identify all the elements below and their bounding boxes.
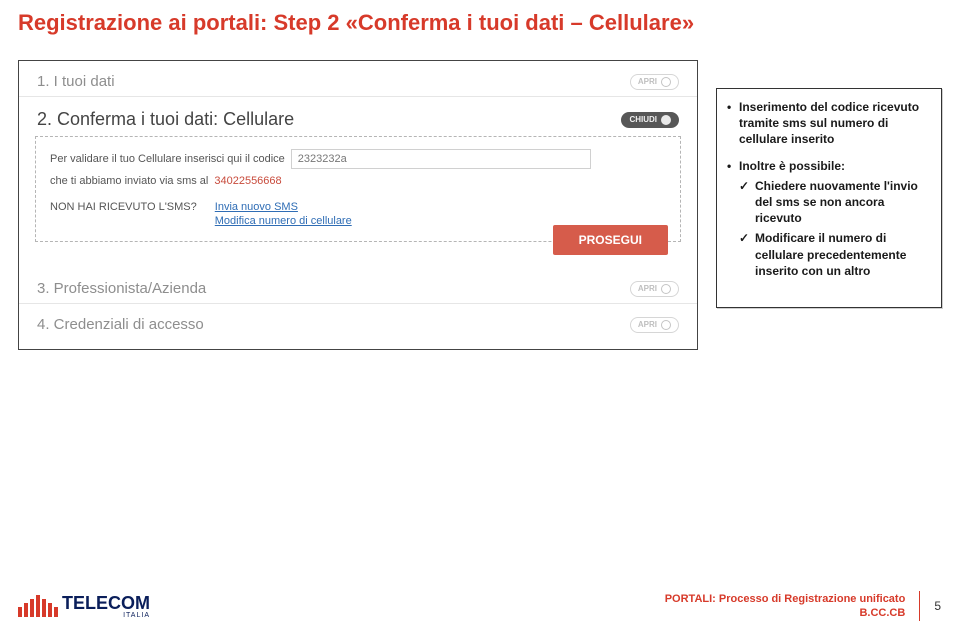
sms-not-received-label: NON HAI RICEVUTO L'SMS? xyxy=(50,201,197,213)
step-3-label: 3. Professionista/Azienda xyxy=(37,280,206,297)
page-number: 5 xyxy=(934,599,941,613)
plus-icon xyxy=(661,284,671,294)
sms-links: Invia nuovo SMS Modifica numero di cellu… xyxy=(215,201,352,227)
step-2-toggle-label: CHIUDI xyxy=(629,115,657,124)
step-4-toggle[interactable]: APRI xyxy=(630,317,679,333)
slide-title: Registrazione ai portali: Step 2 «Confer… xyxy=(18,10,694,36)
instr-post-pre: che ti abbiamo inviato via sms al xyxy=(50,175,208,187)
minus-icon xyxy=(661,115,671,125)
validation-instruction: Per validare il tuo Cellulare inserisci … xyxy=(50,149,666,187)
step-2-content: Per validare il tuo Cellulare inserisci … xyxy=(35,136,681,242)
step-1-row[interactable]: 1. I tuoi dati APRI xyxy=(19,61,697,97)
note-2: Inoltre è possibile: Chiedere nuovamente… xyxy=(727,158,931,279)
footer-process: PORTALI: Processo di Registrazione unifi… xyxy=(665,592,906,621)
step-3-row[interactable]: 3. Professionista/Azienda APRI xyxy=(19,258,697,304)
plus-icon xyxy=(661,320,671,330)
notes-box: Inserimento del codice ricevuto tramite … xyxy=(716,88,942,308)
step-3-toggle-label: APRI xyxy=(638,284,657,293)
slide-footer: TELECOM ITALIA PORTALI: Processo di Regi… xyxy=(0,588,959,632)
step-4-label: 4. Credenziali di accesso xyxy=(37,316,204,333)
step-1-toggle[interactable]: APRI xyxy=(630,74,679,90)
note-1: Inserimento del codice ricevuto tramite … xyxy=(727,99,931,148)
sms-help-row: NON HAI RICEVUTO L'SMS? Invia nuovo SMS … xyxy=(50,201,666,227)
send-new-sms-link[interactable]: Invia nuovo SMS xyxy=(215,201,352,213)
step-2-toggle[interactable]: CHIUDI xyxy=(621,112,679,128)
plus-icon xyxy=(661,77,671,87)
note-2-title: Inoltre è possibile: xyxy=(739,159,845,173)
modify-number-link[interactable]: Modifica numero di cellulare xyxy=(215,215,352,227)
note-2a: Chiedere nuovamente l'invio del sms se n… xyxy=(739,178,931,227)
footer-process-title: PORTALI: Processo di Registrazione unifi… xyxy=(665,592,906,606)
step-1-label: 1. I tuoi dati xyxy=(37,73,115,90)
telecom-logo: TELECOM ITALIA xyxy=(18,594,150,619)
note-2b: Modificare il numero di cellulare preced… xyxy=(739,230,931,279)
instr-pre: Per validare il tuo Cellulare inserisci … xyxy=(50,153,285,165)
step-1-toggle-label: APRI xyxy=(638,77,657,86)
step-4-row[interactable]: 4. Credenziali di accesso APRI xyxy=(19,304,697,349)
footer-process-code: B.CC.CB xyxy=(665,606,906,620)
logo-bars-icon xyxy=(18,595,58,617)
proceed-button[interactable]: PROSEGUI xyxy=(553,225,668,255)
step-3-toggle[interactable]: APRI xyxy=(630,281,679,297)
sms-code-input[interactable] xyxy=(291,149,591,169)
footer-divider xyxy=(919,591,920,621)
logo-brand: TELECOM xyxy=(62,594,150,612)
step-2-label: 2. Conferma i tuoi dati: Cellulare xyxy=(37,109,294,130)
registration-ui-panel: 1. I tuoi dati APRI 2. Conferma i tuoi d… xyxy=(18,60,698,350)
logo-brand-sub: ITALIA xyxy=(62,612,150,619)
step-2-row[interactable]: 2. Conferma i tuoi dati: Cellulare CHIUD… xyxy=(19,97,697,132)
footer-right: PORTALI: Processo di Registrazione unifi… xyxy=(665,591,941,621)
phone-number: 34022556668 xyxy=(214,175,281,187)
step-4-toggle-label: APRI xyxy=(638,320,657,329)
